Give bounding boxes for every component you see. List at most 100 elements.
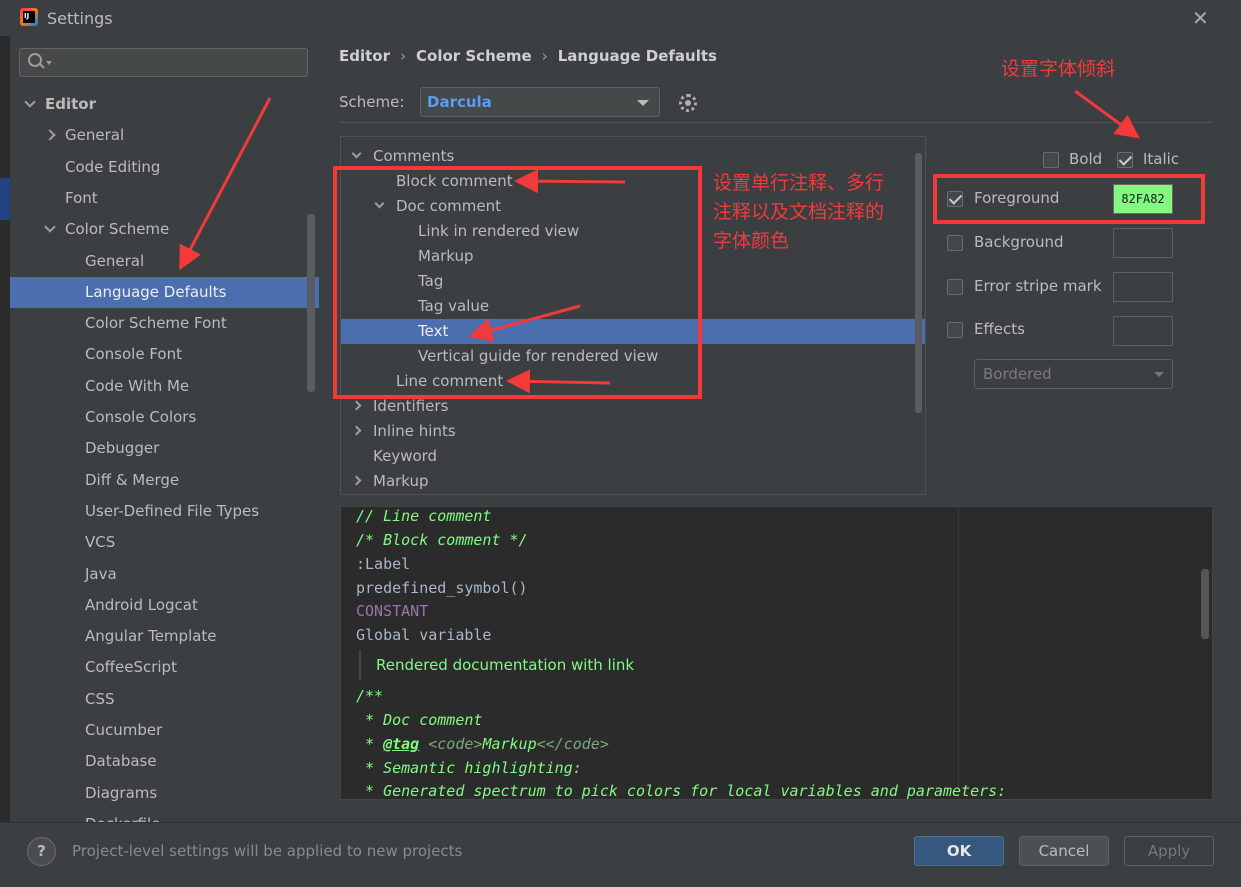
sidebar-item-label: Color Scheme Font xyxy=(85,314,227,333)
chevron-right-icon[interactable] xyxy=(44,129,56,141)
sidebar-item-coffeescript[interactable]: CoffeeScript xyxy=(10,652,319,683)
chevron-right-icon[interactable] xyxy=(351,475,362,486)
sidebar-item-label: Diff & Merge xyxy=(85,470,180,489)
sidebar-item-code-with-me[interactable]: Code With Me xyxy=(10,371,319,402)
gear-icon[interactable] xyxy=(679,94,697,112)
sidebar-item-vcs[interactable]: VCS xyxy=(10,527,319,558)
background-window-edge xyxy=(0,0,10,887)
annotation-comment-note-1: 设置单行注释、多行 xyxy=(713,172,885,194)
sidebar-item-general[interactable]: General xyxy=(10,120,319,151)
search-icon xyxy=(28,53,42,67)
preview-scrollbar[interactable] xyxy=(1201,569,1209,639)
sidebar-item-label: Debugger xyxy=(85,439,160,458)
sidebar-item-label: Cucumber xyxy=(85,721,163,739)
attribute-item-markup[interactable]: Markup xyxy=(341,469,925,494)
preview-generated-spectrum: * Generated spectrum to pick colors for … xyxy=(356,782,1007,800)
sidebar-item-java[interactable]: Java xyxy=(10,559,319,590)
settings-sidebar: Editor General Code Editing Font Color Schem… xyxy=(10,36,319,822)
effects-type-value: Bordered xyxy=(983,365,1052,383)
preview-doc-comment: * Doc comment xyxy=(356,711,483,729)
scheme-dropdown[interactable]: Darcula xyxy=(420,87,660,117)
sidebar-item-label: Console Colors xyxy=(85,408,197,426)
footer-note: Project-level settings will be applied t… xyxy=(72,842,463,860)
sidebar-item-color-scheme[interactable]: Color Scheme xyxy=(10,214,319,245)
attribute-item-inline-hints[interactable]: Inline hints xyxy=(341,419,925,444)
sidebar-item-diff-merge[interactable]: Diff & Merge xyxy=(10,465,319,496)
annotation-foreground-box xyxy=(933,174,1205,224)
effects-type-dropdown[interactable]: Bordered xyxy=(974,359,1173,389)
sidebar-item-label: Angular Template xyxy=(85,627,217,646)
chevron-down-icon[interactable] xyxy=(44,221,56,233)
background-checkbox[interactable] xyxy=(947,235,963,251)
sidebar-item-label: Font xyxy=(65,188,98,207)
apply-button[interactable]: Apply xyxy=(1124,836,1214,866)
search-history-caret-icon[interactable] xyxy=(46,61,52,65)
sidebar-item-console-font[interactable]: Console Font xyxy=(10,339,319,370)
breadcrumb-color-scheme[interactable]: Color Scheme xyxy=(416,47,532,65)
preview-tag-line: * @tag <code>Markup<</code> xyxy=(356,732,609,756)
chevron-right-icon[interactable] xyxy=(351,400,362,411)
settings-content: Editor › Color Scheme › Language Defaults Sc… xyxy=(319,36,1241,822)
window-title: Settings xyxy=(47,9,113,28)
sidebar-item-editor[interactable]: Editor xyxy=(10,89,319,120)
sidebar-item-label: Database xyxy=(85,752,157,771)
search-input[interactable] xyxy=(58,52,298,73)
preview-tag-prefix: * xyxy=(356,735,384,753)
preview-tag-html-open: <code> xyxy=(419,735,483,753)
effects-color-swatch[interactable] xyxy=(1113,316,1173,346)
sidebar-item-font[interactable]: Font xyxy=(10,183,319,214)
preview-tag: @tag xyxy=(383,735,420,753)
sidebar-item-general[interactable]: General xyxy=(10,246,319,277)
sidebar-item-dockerfile[interactable]: Dockerfile xyxy=(10,809,319,822)
error-stripe-checkbox[interactable] xyxy=(947,279,963,295)
sidebar-item-label: Language Defaults xyxy=(85,282,227,301)
sidebar-item-angular-template[interactable]: Angular Template xyxy=(10,621,319,652)
attribute-item-keyword[interactable]: Keyword xyxy=(341,444,925,469)
sidebar-item-label: Android Logcat xyxy=(85,595,198,614)
sidebar-item-code-editing[interactable]: Code Editing xyxy=(10,152,319,183)
sidebar-item-database[interactable]: Database xyxy=(10,746,319,777)
annotation-comments-box xyxy=(333,166,702,399)
ok-button[interactable]: OK xyxy=(914,836,1004,866)
attribute-item-label: Inline hints xyxy=(373,422,456,440)
sidebar-item-label: Dockerfile xyxy=(85,809,160,822)
close-icon[interactable]: ✕ xyxy=(1192,6,1209,30)
italic-checkbox[interactable] xyxy=(1117,152,1133,168)
sidebar-item-console-colors[interactable]: Console Colors xyxy=(10,402,319,433)
bold-checkbox[interactable] xyxy=(1043,152,1059,168)
cancel-button[interactable]: Cancel xyxy=(1019,836,1109,866)
sidebar-item-diagrams[interactable]: Diagrams xyxy=(10,778,319,809)
sidebar-item-label: Code With Me xyxy=(85,376,190,395)
sidebar-item-label: Console Font xyxy=(85,345,182,364)
code-preview[interactable]: // Line comment /* Block comment */ :Lab… xyxy=(340,506,1213,800)
sidebar-item-label: Code Editing xyxy=(65,157,161,176)
sidebar-scrollbar[interactable] xyxy=(307,214,315,392)
sidebar-item-cucumber[interactable]: Cucumber xyxy=(10,715,319,746)
background-color-swatch[interactable] xyxy=(1113,228,1173,258)
breadcrumb-separator-icon: › xyxy=(400,47,406,65)
sidebar-item-android-logcat[interactable]: Android Logcat xyxy=(10,590,319,621)
search-box[interactable] xyxy=(19,48,308,77)
chevron-right-icon[interactable] xyxy=(351,425,362,436)
annotation-comment-note-2: 注释以及文档注释的 xyxy=(713,201,885,223)
sidebar-item-user-defined-file-types[interactable]: User-Defined File Types xyxy=(10,496,319,527)
effects-checkbox[interactable] xyxy=(947,322,963,338)
attributes-scrollbar[interactable] xyxy=(915,153,922,413)
chevron-down-icon[interactable] xyxy=(24,96,36,108)
error-stripe-color-swatch[interactable] xyxy=(1113,272,1173,302)
help-button[interactable]: ? xyxy=(27,837,56,866)
effects-label: Effects xyxy=(974,320,1025,338)
sidebar-item-color-scheme-font[interactable]: Color Scheme Font xyxy=(10,308,319,339)
sidebar-item-label: VCS xyxy=(85,533,116,552)
chevron-down-icon[interactable] xyxy=(351,148,362,159)
sidebar-item-css[interactable]: CSS xyxy=(10,684,319,715)
breadcrumb-editor[interactable]: Editor xyxy=(339,47,390,65)
preview-tag-html-close: <</code> xyxy=(536,735,609,753)
sidebar-item-label: General xyxy=(65,126,125,145)
sidebar-item-label: CoffeeScript xyxy=(85,658,177,677)
sidebar-item-debugger[interactable]: Debugger xyxy=(10,433,319,464)
breadcrumb-separator-icon: › xyxy=(541,47,548,65)
preview-global-variable: Global variable xyxy=(356,626,492,644)
sidebar-item-label: CSS xyxy=(85,689,115,708)
sidebar-item-language-defaults[interactable]: Language Defaults xyxy=(10,276,319,308)
